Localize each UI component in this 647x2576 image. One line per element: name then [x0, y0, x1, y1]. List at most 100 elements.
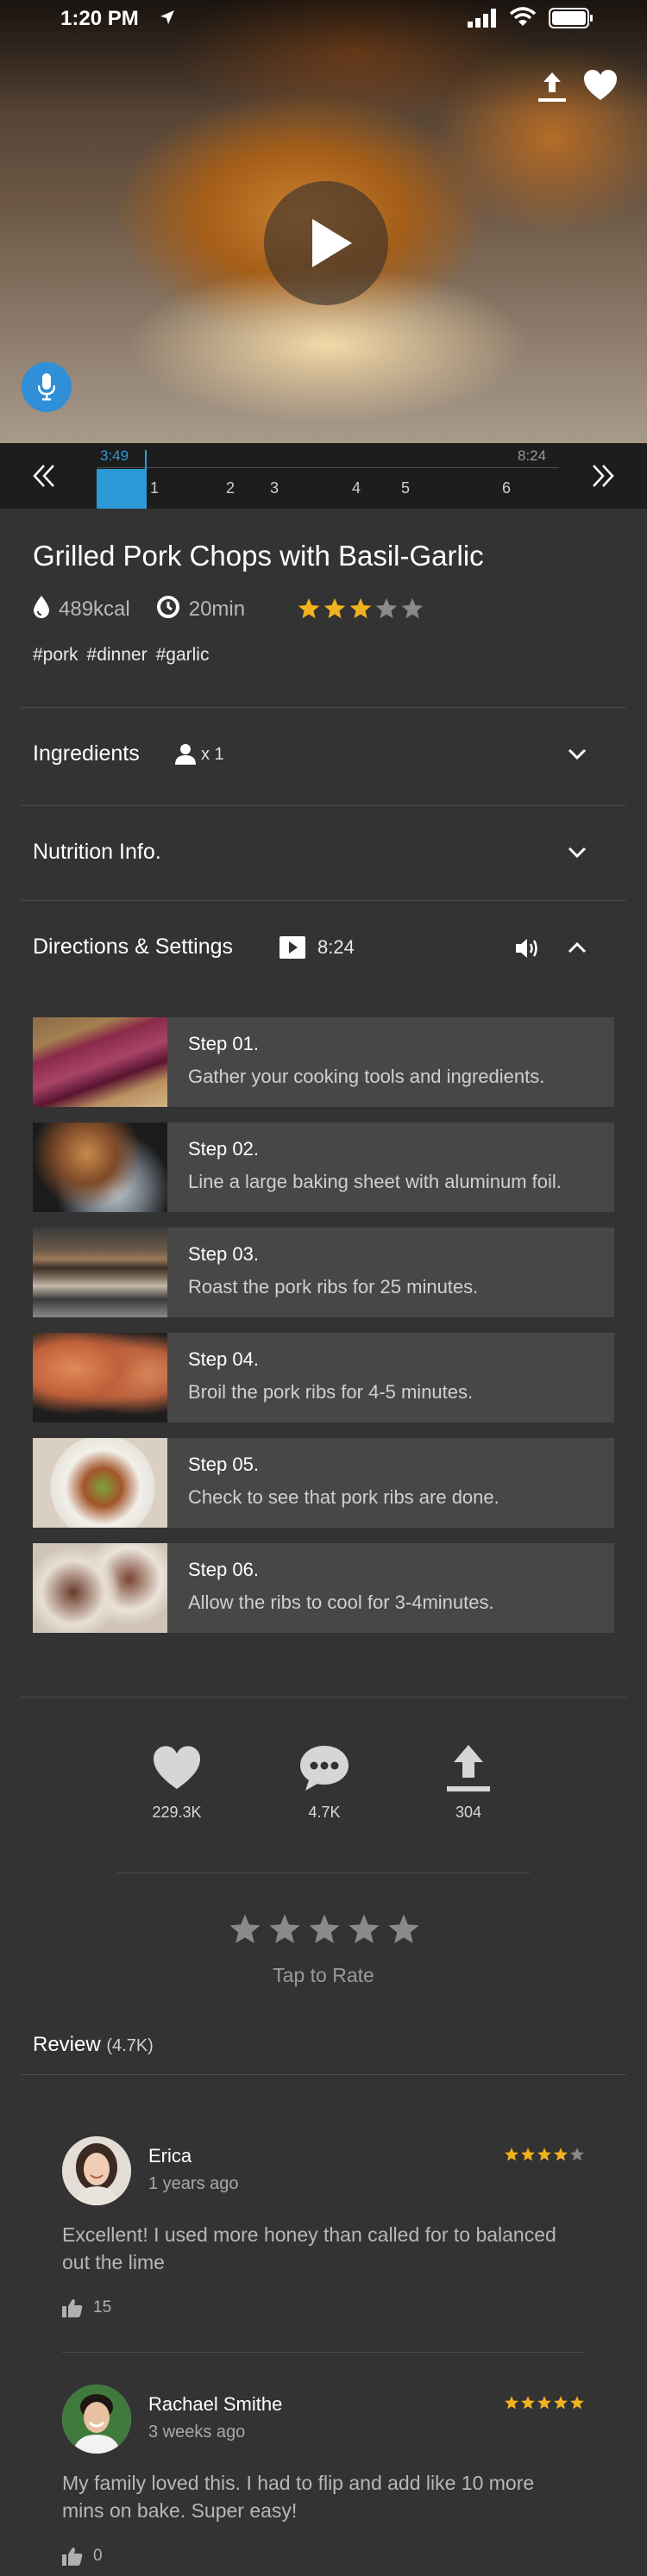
ingredients-section[interactable]: Ingredients x 1 [0, 707, 647, 802]
comment-button[interactable]: 4.7K [273, 1741, 376, 1822]
timeline-track[interactable] [97, 467, 559, 468]
play-button[interactable] [264, 181, 388, 305]
review-like-button[interactable]: 15 [62, 2298, 111, 2317]
step-item[interactable]: Step 05. Check to see that pork ribs are… [33, 1438, 614, 1528]
hero-video[interactable]: 1:20 PM [0, 0, 647, 443]
reviews-heading: Review (4.7K) [33, 2033, 154, 2057]
step-text: Line a large baking sheet with aluminum … [188, 1171, 562, 1192]
share-count: 304 [455, 1804, 482, 1821]
avatar[interactable] [62, 2385, 131, 2454]
reviewer-name[interactable]: Erica [148, 2145, 192, 2167]
step-marker[interactable]: 1 [150, 479, 159, 497]
step-text: Roast the pork ribs for 25 minutes. [188, 1276, 479, 1297]
step-marker[interactable]: 6 [502, 479, 511, 497]
thumbs-up-icon [62, 2548, 83, 2566]
play-icon [312, 219, 352, 267]
location-arrow-icon [159, 9, 176, 30]
ingredients-label: Ingredients [33, 741, 140, 766]
step-title: Step 03. [188, 1243, 259, 1265]
double-chevron-right-icon[interactable] [592, 464, 614, 492]
step-marker[interactable]: 5 [401, 479, 410, 497]
chevron-up-icon[interactable] [568, 941, 587, 958]
step-marker[interactable]: 4 [352, 479, 361, 497]
current-time: 3:49 [100, 447, 129, 464]
review-like-count: 0 [93, 2547, 103, 2565]
step-marker[interactable]: 3 [270, 479, 279, 497]
recipe-content: Grilled Pork Chops with Basil-Garlic 489… [0, 509, 647, 2576]
recipe-rating [297, 597, 424, 621]
heart-icon[interactable] [583, 69, 618, 106]
recipe-tag[interactable]: #pork [33, 645, 79, 666]
chevron-down-icon[interactable] [568, 847, 587, 863]
share-icon[interactable] [537, 71, 568, 108]
step-image [33, 1122, 167, 1212]
double-chevron-left-icon[interactable] [33, 464, 55, 492]
directions-section[interactable]: Directions & Settings 8:24 [0, 900, 647, 995]
social-actions: 229.3K 4.7K 304 [0, 1741, 647, 1845]
comment-icon [273, 1741, 376, 1795]
chevron-down-icon[interactable] [568, 748, 587, 765]
review-rating [504, 2395, 585, 2410]
star-icon [505, 2396, 518, 2410]
star-icon [349, 1914, 380, 1943]
video-icon[interactable] [280, 936, 305, 963]
step-image [33, 1543, 167, 1633]
step-title: Step 06. [188, 1559, 259, 1580]
star-icon [521, 2148, 535, 2161]
star-icon [537, 2148, 551, 2161]
step-text: Check to see that pork ribs are done. [188, 1486, 499, 1508]
nutrition-label: Nutrition Info. [33, 840, 161, 864]
step-title: Step 05. [188, 1454, 259, 1475]
recipe-tag[interactable]: #garlic [156, 645, 210, 666]
divider [21, 2074, 626, 2075]
video-timeline[interactable]: 3:49 8:24 1 2 3 4 5 6 [0, 443, 647, 509]
step-item[interactable]: Step 02. Line a large baking sheet with … [33, 1122, 614, 1212]
like-count: 229.3K [152, 1804, 202, 1821]
step-image [33, 1017, 167, 1107]
star-icon [324, 597, 346, 619]
status-time: 1:20 PM [60, 7, 139, 30]
recipe-title: Grilled Pork Chops with Basil-Garlic [33, 540, 484, 572]
recipe-tag[interactable]: #dinner [87, 645, 148, 666]
voice-button[interactable] [22, 362, 72, 412]
wifi-icon [509, 7, 537, 32]
step-item[interactable]: Step 06. Allow the ribs to cool for 3-4m… [33, 1543, 614, 1633]
star-icon [570, 2396, 584, 2410]
star-icon [521, 2396, 535, 2410]
directions-duration: 8:24 [317, 936, 355, 958]
step-marker[interactable]: 2 [226, 479, 235, 497]
servings[interactable]: x 1 [201, 745, 224, 765]
star-icon [570, 2148, 584, 2161]
star-icon [349, 597, 372, 619]
star-icon [505, 2148, 518, 2161]
review-text: Excellent! I used more honey than called… [62, 2223, 556, 2273]
reviewer-name[interactable]: Rachael Smithe [148, 2393, 282, 2416]
star-icon [298, 597, 320, 619]
share-button[interactable]: 304 [417, 1741, 520, 1822]
tap-to-rate-label: Tap to Rate [273, 1964, 374, 1986]
share-icon [417, 1741, 520, 1795]
volume-icon[interactable] [514, 936, 542, 965]
step-item[interactable]: Step 01. Gather your cooking tools and i… [33, 1017, 614, 1107]
timeline-playhead[interactable] [145, 450, 147, 509]
star-icon [554, 2148, 568, 2161]
star-icon [388, 1914, 419, 1943]
star-icon [375, 597, 398, 619]
divider [21, 1697, 626, 1698]
cellular-signal-icon [468, 9, 499, 32]
step-item[interactable]: Step 04. Broil the pork ribs for 4-5 min… [33, 1333, 614, 1422]
step-text: Broil the pork ribs for 4-5 minutes. [188, 1381, 474, 1403]
like-button[interactable]: 229.3K [125, 1741, 229, 1822]
avatar[interactable] [62, 2136, 131, 2205]
status-bar: 1:20 PM [0, 0, 647, 38]
review-like-button[interactable]: 0 [62, 2547, 103, 2566]
nutrition-section[interactable]: Nutrition Info. [0, 805, 647, 900]
rate-stars[interactable] [228, 1912, 421, 1947]
step-image [33, 1333, 167, 1422]
person-icon [174, 743, 197, 770]
recipe-meta: 489kcal 20min [33, 595, 271, 624]
step-item[interactable]: Step 03. Roast the pork ribs for 25 minu… [33, 1228, 614, 1317]
recipe-tags: #pork #dinner #garlic [33, 645, 209, 666]
thumbs-up-icon [62, 2299, 83, 2317]
step-title: Step 01. [188, 1033, 259, 1054]
